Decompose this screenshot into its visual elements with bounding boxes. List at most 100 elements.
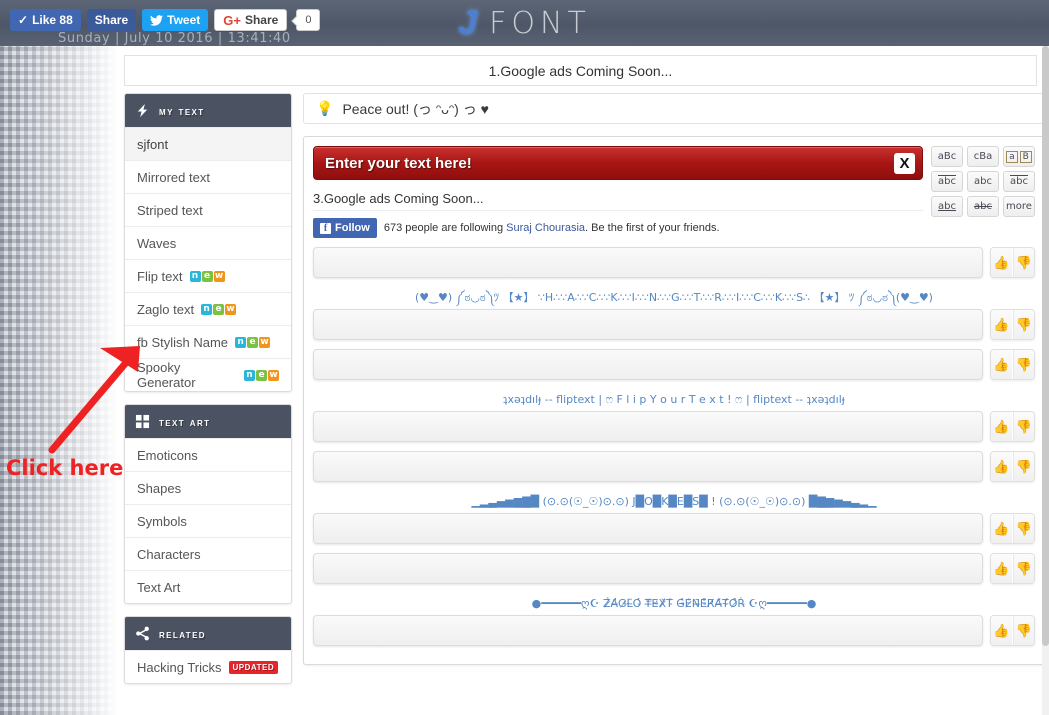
text-input[interactable]: Enter your text here! X (313, 146, 923, 180)
facebook-share-button[interactable]: Share (86, 9, 137, 31)
sidebar-item-zaglo-text[interactable]: Zaglo text new (125, 292, 291, 325)
style-wavy-button[interactable]: abc (931, 171, 963, 192)
thumbs-up-icon[interactable]: 👍 (991, 350, 1012, 379)
result-output-box[interactable] (313, 411, 983, 442)
new-badge: new (244, 369, 279, 381)
thumbs-down-icon[interactable]: 👎 (1013, 452, 1034, 481)
sidebar-panel-title: related (159, 626, 206, 641)
sidebar-item-text-art[interactable]: Text Art (125, 570, 291, 603)
text-input-value: Enter your text here! (325, 154, 472, 172)
result-output-box[interactable] (313, 247, 983, 278)
new-badge: new (189, 270, 225, 282)
sidebar-item-shapes[interactable]: Shapes (125, 471, 291, 504)
facebook-page-link[interactable]: Suraj Chourasia (506, 222, 585, 234)
sidebar-panel-my-text: my text sjfont Mirrored text Striped tex… (124, 93, 292, 392)
sidebar-panel-text-art: text art Emoticons Shapes Symbols Charac… (124, 404, 292, 604)
inline-ad-banner: 3.Google ads Coming Soon... (313, 186, 923, 211)
sidebar-item-emoticons[interactable]: Emoticons (125, 438, 291, 471)
style-boxed-button[interactable]: aB (1003, 146, 1035, 167)
facebook-follow-label: Follow (335, 222, 370, 234)
sidebar-item-striped-text[interactable]: Striped text (125, 193, 291, 226)
sidebar: my text sjfont Mirrored text Striped tex… (124, 93, 292, 696)
thumbs-up-icon[interactable]: 👍 (991, 310, 1012, 339)
style-overline-button[interactable]: abc (1003, 171, 1035, 192)
google-plus-share-button[interactable]: G+ Share (214, 9, 288, 31)
twitter-tweet-button[interactable]: Tweet (142, 9, 209, 31)
sidebar-item-mirrored-text[interactable]: Mirrored text (125, 160, 291, 193)
thumbs-up-icon[interactable]: 👍 (991, 248, 1012, 277)
thumbs-down-icon[interactable]: 👎 (1013, 412, 1034, 441)
twitter-bird-icon (150, 14, 164, 26)
thumbs-down-icon[interactable]: 👎 (1013, 350, 1034, 379)
facebook-share-label: Share (94, 13, 129, 27)
editor-top-row: Enter your text here! X 3.Google ads Com… (313, 146, 1035, 238)
tip-text: Peace out! (っ ᵔᴗᵔ) っ ♥ (342, 100, 489, 117)
result-output-box[interactable] (313, 553, 983, 584)
result-row: 👍 👎 (313, 309, 1035, 340)
vote-buttons: 👍 👎 (990, 451, 1035, 482)
editor-panel: Enter your text here! X 3.Google ads Com… (303, 136, 1045, 665)
thumbs-down-icon[interactable]: 👎 (1013, 514, 1034, 543)
thumbs-down-icon[interactable]: 👎 (1013, 310, 1034, 339)
style-strikethrough-button[interactable]: abc (967, 196, 999, 217)
vote-buttons: 👍 👎 (990, 513, 1035, 544)
sidebar-item-label: Spooky Generator (137, 360, 196, 390)
thumbs-down-icon[interactable]: 👎 (1013, 248, 1034, 277)
grid-icon (135, 414, 150, 429)
clear-input-button[interactable]: X (894, 152, 915, 174)
sidebar-item-characters[interactable]: Characters (125, 537, 291, 570)
vote-buttons: 👍 👎 (990, 411, 1035, 442)
style-reversed-button[interactable]: cBa (967, 146, 999, 167)
vote-buttons: 👍 👎 (990, 247, 1035, 278)
social-button-bar: ✓ Like 88 Share Tweet G+ Share 0 (10, 9, 321, 31)
lightbulb-icon: 💡 (316, 100, 334, 116)
sidebar-item-label: Mirrored text (137, 169, 210, 185)
sidebar-item-label: Emoticons (137, 447, 198, 463)
sidebar-item-label: Text Art (137, 579, 181, 595)
result-output-box[interactable] (313, 451, 983, 482)
result-output-box[interactable] (313, 349, 983, 380)
sidebar-item-sjfont[interactable]: sjfont (125, 127, 291, 160)
logo-j-icon: J (458, 3, 478, 42)
style-underline-button[interactable]: abc (931, 196, 963, 217)
facebook-like-button[interactable]: ✓ Like 88 (10, 9, 81, 31)
style-sparkle-button[interactable]: abc (967, 171, 999, 192)
new-badge: new (235, 336, 271, 348)
sidebar-item-fb-stylish-name[interactable]: fb Stylish Name new (125, 325, 291, 358)
facebook-like-label: Like 88 (32, 13, 73, 27)
result-text-line: ●━━━━━━ღ☪ Z̷̐A̶̓G̷̒L̴̃O̵̔ T̶̿E̴̒X̷̌T̵̉ G… (531, 597, 817, 610)
sidebar-item-flip-text[interactable]: Flip text new (125, 259, 291, 292)
share-nodes-icon (136, 626, 149, 641)
style-more-button[interactable]: more (1003, 196, 1035, 217)
style-normal-button[interactable]: aBc (931, 146, 963, 167)
result-row: 👍 👎 (313, 451, 1035, 482)
result-output-box[interactable] (313, 513, 983, 544)
sidebar-item-label: Zaglo text (137, 301, 195, 317)
thumbs-down-icon[interactable]: 👎 (1013, 616, 1034, 645)
result-text-line: (♥‿♥) ༼ಠ◡ಠ༽ﾂ 【★】 ∵H∴∵A∴∵C∴∵K∴∵I∴∵N∴∵G∴∵T… (415, 291, 933, 304)
result-row: 👍 👎 (313, 411, 1035, 442)
result-row: 👍 👎 (313, 615, 1035, 646)
twitter-tweet-label: Tweet (167, 13, 201, 27)
tip-bar: 💡 Peace out! (っ ᵔᴗᵔ) っ ♥ (303, 93, 1045, 124)
sidebar-item-spooky-generator[interactable]: Spooky Generator new (125, 358, 291, 391)
sidebar-item-waves[interactable]: Waves (125, 226, 291, 259)
thumbs-up-icon[interactable]: 👍 (991, 554, 1012, 583)
thumbs-down-icon[interactable]: 👎 (1013, 554, 1034, 583)
sidebar-panel-header: my text (125, 94, 291, 127)
result-output-box[interactable] (313, 309, 983, 340)
result-output-box[interactable] (313, 615, 983, 646)
facebook-f-icon: f (320, 222, 331, 234)
thumbs-up-icon[interactable]: 👍 (991, 514, 1012, 543)
thumbs-up-icon[interactable]: 👍 (991, 616, 1012, 645)
sidebar-item-symbols[interactable]: Symbols (125, 504, 291, 537)
google-plus-label: Share (244, 13, 279, 27)
facebook-follow-button[interactable]: f Follow (313, 218, 377, 238)
thumbs-up-icon[interactable]: 👍 (991, 412, 1012, 441)
google-plus-count: 0 (296, 9, 321, 31)
thumbs-up-icon[interactable]: 👍 (991, 452, 1012, 481)
page-scrollbar-thumb[interactable] (1042, 46, 1049, 646)
sidebar-item-hacking-tricks[interactable]: Hacking Tricks UPDATED (125, 650, 291, 683)
logo-wordmark: FONT (489, 5, 591, 41)
google-plus-icon: G+ (223, 12, 241, 28)
